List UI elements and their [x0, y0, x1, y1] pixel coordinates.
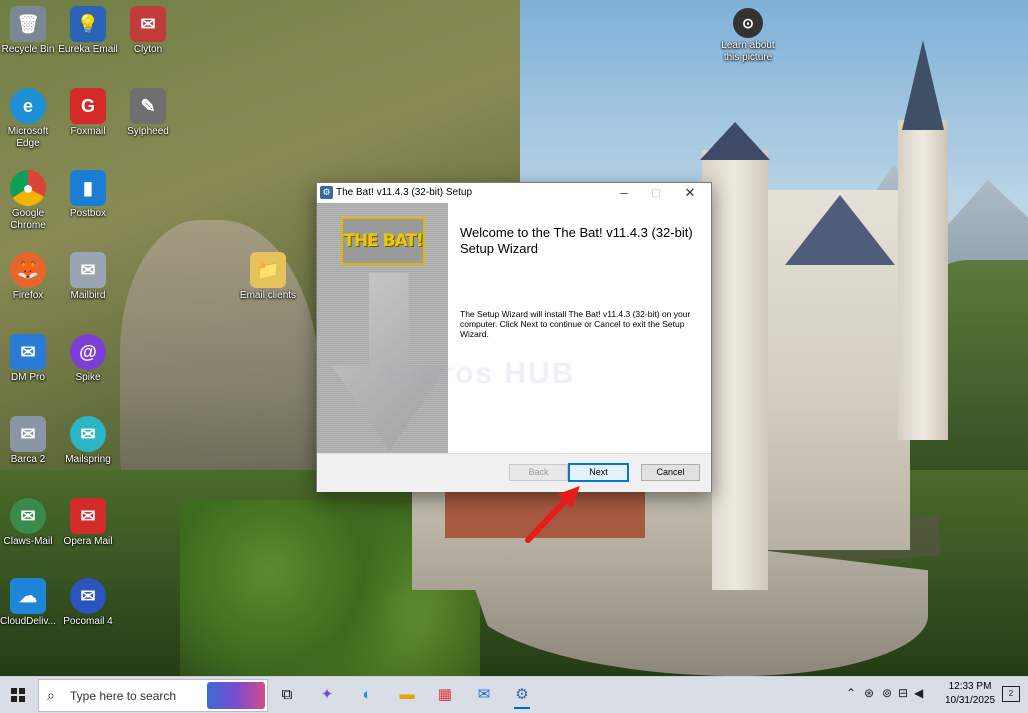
- desktop-icon-dm-pro[interactable]: ✉ DM Pro: [0, 334, 58, 384]
- desktop-icon-mailspring[interactable]: ✉ Mailspring: [58, 416, 118, 466]
- network-icon[interactable]: ⊟: [898, 686, 908, 700]
- postbox-icon: ▮: [70, 170, 106, 206]
- dm-pro-icon: ✉: [10, 334, 46, 370]
- welcome-description: The Setup Wizard will install The Bat! v…: [460, 309, 691, 339]
- clock-time: 12:33 PM: [948, 681, 992, 692]
- spike-icon: @: [70, 334, 106, 370]
- task-view-icon[interactable]: ⧉: [272, 681, 302, 709]
- desktop-icon-pocomail[interactable]: ✉ Pocomail 4: [58, 578, 118, 628]
- mailbox-icon: ✉: [130, 6, 166, 42]
- red-pointer-arrow: [525, 486, 580, 543]
- welcome-heading: Welcome to the The Bat! v11.4.3 (32-bit)…: [460, 225, 693, 256]
- desktop-icon-postbox[interactable]: ▮ Postbox: [58, 170, 118, 220]
- foxmail-icon: G: [70, 88, 106, 124]
- recycle-bin-icon: 🗑: [10, 6, 46, 42]
- desktop-icon-mailbird[interactable]: ✉ Mailbird: [58, 252, 118, 302]
- barca-icon: ✉: [10, 416, 46, 452]
- desktop-icon-firefox[interactable]: 🦊 Firefox: [0, 252, 58, 302]
- claws-mail-icon: ✉: [10, 498, 46, 534]
- desktop-icon-claws-mail[interactable]: ✉ Claws-Mail: [0, 498, 58, 548]
- volume-icon[interactable]: ◀: [914, 686, 923, 700]
- meet-icon[interactable]: ⊛: [864, 686, 874, 700]
- chrome-icon: ●: [10, 170, 46, 206]
- desktop-icon-learn-about-picture[interactable]: ⊙ Learn about this picture: [716, 8, 780, 64]
- setup-icon[interactable]: ⚙: [507, 681, 537, 709]
- minimize-button[interactable]: –: [607, 183, 641, 203]
- mailbird-icon: ✉: [70, 252, 106, 288]
- mailspring-icon: ✉: [70, 416, 106, 452]
- maximize-button: □: [652, 185, 660, 200]
- opera-mail-icon: ✉: [70, 498, 106, 534]
- file-explorer-icon[interactable]: ▬: [392, 681, 422, 709]
- copilot-icon[interactable]: ✦: [312, 681, 342, 709]
- close-button[interactable]: ✕: [673, 183, 707, 203]
- desktop-icon-chrome[interactable]: ● Google Chrome: [0, 170, 58, 232]
- windows-logo-icon: [11, 688, 25, 702]
- desktop-icon-clyton[interactable]: ✉ Clyton: [118, 6, 178, 56]
- chevron-up-icon[interactable]: ⌃: [846, 686, 856, 700]
- cloud-delivery-icon: ☁: [10, 578, 46, 614]
- installer-icon: ⚙: [320, 186, 333, 199]
- firefox-icon: 🦊: [10, 252, 46, 288]
- pocomail-icon: ✉: [70, 578, 106, 614]
- desktop-icon-opera-mail[interactable]: ✉ Opera Mail: [58, 498, 118, 548]
- desktop-icon-edge[interactable]: e Microsoft Edge: [0, 88, 58, 150]
- edge-icon: e: [10, 88, 46, 124]
- clock-date: 10/31/2025: [944, 695, 996, 706]
- desktop-icon-barca[interactable]: ✉ Barca 2: [0, 416, 58, 466]
- dialog-body: THE BAT! AllPros HUB Welcome to the The …: [317, 203, 711, 453]
- search-highlight-image: [207, 682, 265, 709]
- setup-dialog: ⚙ The Bat! v11.4.3 (32-bit) Setup – □ ✕ …: [316, 182, 712, 492]
- store-icon[interactable]: ▦: [430, 681, 460, 709]
- cancel-button[interactable]: Cancel: [641, 464, 700, 481]
- desktop-icon-sylpheed[interactable]: ✎ Sylpheed: [118, 88, 178, 138]
- sylpheed-icon: ✎: [130, 88, 166, 124]
- taskbar-search-box[interactable]: ⌕ Type here to search: [38, 679, 268, 712]
- desktop-icon-cloud-delivery[interactable]: ☁ CloudDeliv...: [0, 578, 58, 628]
- desktop-icon-spike[interactable]: @ Spike: [58, 334, 118, 384]
- wallpaper-tower: [898, 120, 948, 440]
- notification-count: 2: [1008, 689, 1014, 698]
- watermark: AllPros HUB: [375, 357, 576, 390]
- dialog-title: The Bat! v11.4.3 (32-bit) Setup: [336, 187, 473, 198]
- clock[interactable]: 12:33 PM 10/31/2025: [944, 680, 996, 708]
- dialog-footer: Back Next Cancel: [317, 453, 711, 492]
- taskbar: ⌕ Type here to search ⧉ ✦ ◐ ▬ ▦ ✉ ⚙ ⌃ ⊛ …: [0, 676, 1028, 713]
- learn-picture-icon: ⊙: [733, 8, 763, 38]
- desktop-icon-recycle-bin[interactable]: 🗑 Recycle Bin: [0, 6, 58, 56]
- desktop-icon-foxmail[interactable]: G Foxmail: [58, 88, 118, 138]
- desktop-icon-eureka-email[interactable]: 💡 Eureka Email: [58, 6, 118, 56]
- wifi-icon[interactable]: ⊚: [882, 686, 892, 700]
- dialog-title-bar[interactable]: ⚙ The Bat! v11.4.3 (32-bit) Setup – □ ✕: [317, 183, 711, 203]
- eureka-email-icon: 💡: [70, 6, 106, 42]
- wizard-banner: THE BAT!: [317, 203, 448, 453]
- notification-icon[interactable]: 2: [1002, 686, 1020, 702]
- the-bat-logo: THE BAT!: [341, 217, 425, 265]
- search-icon: ⌕: [47, 687, 55, 703]
- folder-icon: 📁: [250, 252, 286, 288]
- system-tray: ⌃ ⊛ ⊚ ⊟ ◀ 12:33 PM 10/31/2025 2: [838, 677, 1028, 713]
- start-button[interactable]: [0, 677, 36, 713]
- outlook-icon[interactable]: ✉: [469, 681, 499, 709]
- search-placeholder: Type here to search: [70, 689, 177, 703]
- desktop-icon-email-clients[interactable]: 📁 Email clients: [238, 252, 298, 302]
- edge-icon[interactable]: ◐: [352, 681, 382, 709]
